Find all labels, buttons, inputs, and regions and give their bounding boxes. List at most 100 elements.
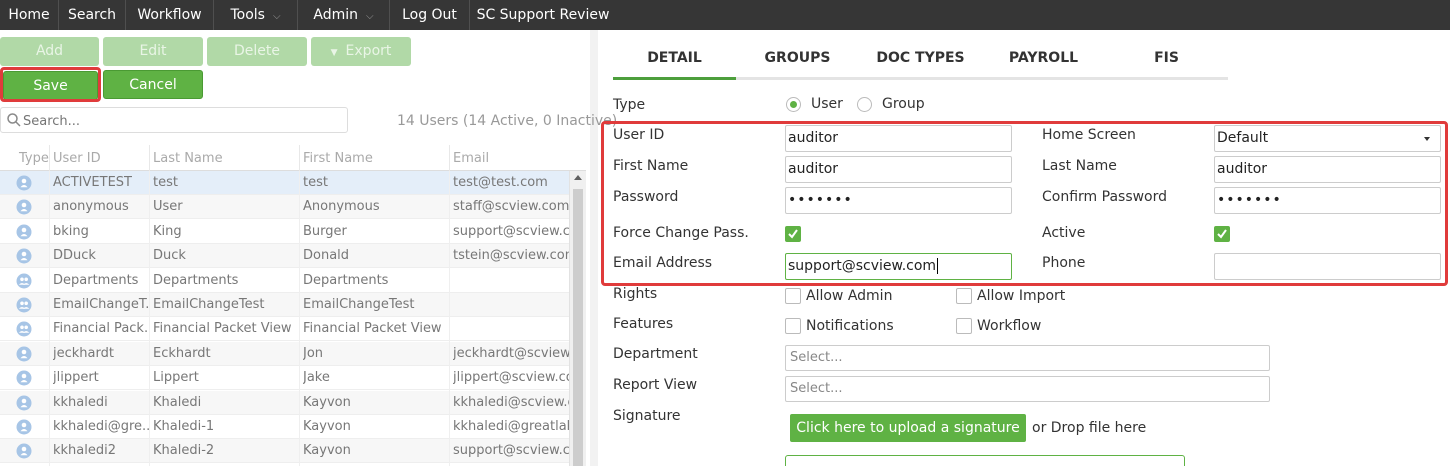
tab-fis[interactable]: FIS (1105, 40, 1228, 80)
notifications-label[interactable]: Notifications (806, 318, 894, 334)
cell-email: jlippert@scview.cor (453, 370, 569, 386)
cell-email: support@scview.com (453, 443, 569, 459)
type-group-label[interactable]: Group (882, 96, 925, 112)
cell-first-name: Kayvon (303, 419, 351, 434)
table-row[interactable]: jeckhardt Eckhardt Jon jeckhardt@scview.c (0, 341, 569, 366)
tab-groups[interactable]: GROUPS (736, 40, 859, 80)
tab-payroll[interactable]: PAYROLL (982, 40, 1105, 80)
rights-label: Rights (613, 286, 658, 302)
nav-logout[interactable]: Log Out (390, 0, 470, 30)
table-row[interactable]: ACTIVETEST test test test@test.com (0, 171, 569, 195)
upload-signature-button[interactable]: Click here to upload a signature file (790, 414, 1026, 464)
table-row[interactable]: Financial Pack... Financial Packet View Fi… (0, 317, 569, 342)
nav-sc-support-review[interactable]: SC Support Review (470, 0, 616, 30)
confirm-password-field[interactable]: ••••••• (1214, 187, 1441, 214)
column-divider[interactable] (49, 145, 50, 171)
table-row[interactable]: bking King Burger support@scview.co (0, 220, 569, 244)
table-row[interactable]: kkhaledi Khaledi Kayvon kkhaledi@scview.co (0, 390, 569, 415)
column-header-type[interactable]: Type (19, 151, 49, 166)
type-user-label[interactable]: User (811, 96, 843, 112)
delete-button[interactable]: Delete (207, 37, 307, 66)
home-screen-select[interactable]: Default (1214, 125, 1441, 152)
add-button[interactable]: Add (0, 37, 99, 66)
allow-import-label[interactable]: Allow Import (977, 288, 1065, 304)
user-icon (16, 419, 32, 435)
tab-doc-types[interactable]: DOC TYPES (859, 40, 982, 80)
search-icon (7, 113, 21, 127)
nav-workflow[interactable]: Workflow (126, 0, 214, 30)
signature-drop-zone[interactable] (785, 455, 1185, 466)
panel-divider[interactable] (590, 30, 598, 466)
column-divider[interactable] (149, 145, 150, 171)
tab-fis-label: FIS (1154, 50, 1179, 66)
type-label: Type (613, 97, 646, 113)
report-view-select[interactable]: Select... (785, 376, 1270, 402)
table-row[interactable]: anonymous User Anonymous staff@scview.com (0, 195, 569, 220)
force-change-checkbox[interactable] (785, 226, 801, 242)
nav-sc-support-review-label: SC Support Review (476, 7, 610, 23)
first-name-field[interactable]: auditor (785, 156, 1012, 183)
text-cursor (937, 258, 939, 274)
cell-last-name: Departments (153, 272, 239, 288)
password-field[interactable]: ••••••• (785, 187, 1012, 214)
table-row[interactable]: DDuck Duck Donald tstein@scview.com (0, 244, 569, 269)
export-button[interactable]: ▼ Export (311, 37, 411, 66)
table-row[interactable]: kkhaledi2 Khaledi-2 Kayvon support@scview.c… (0, 439, 569, 464)
user-id-label: User ID (613, 127, 665, 143)
nav-search[interactable]: Search (59, 0, 126, 30)
table-row[interactable]: jlippert Lippert Jake jlippert@scview.cor (0, 366, 569, 391)
tab-detail[interactable]: DETAIL (613, 40, 736, 80)
drop-file-text: or Drop file here (1032, 420, 1147, 436)
cell-user-id: kkhaledi (53, 394, 108, 410)
delete-button-label: Delete (234, 43, 280, 59)
cell-last-name: Eckhardt (153, 345, 211, 361)
scrollbar-thumb[interactable] (573, 189, 583, 466)
user-icon (16, 199, 32, 215)
department-select[interactable]: Select... (785, 345, 1270, 371)
last-name-field[interactable]: auditor (1214, 156, 1441, 183)
user-id-field[interactable]: auditor (785, 125, 1012, 152)
phone-field[interactable] (1214, 253, 1441, 280)
cell-user-id: Departments (53, 272, 139, 288)
allow-import-checkbox[interactable] (956, 288, 972, 304)
edit-button[interactable]: Edit (103, 37, 203, 66)
type-user-radio[interactable] (786, 97, 801, 112)
table-row[interactable]: EmailChangeT... EmailChangeTest EmailChang… (0, 293, 569, 317)
nav-home[interactable]: Home (0, 0, 59, 30)
cancel-button[interactable]: Cancel (103, 70, 203, 99)
nav-admin[interactable]: Admin ⌵ (298, 0, 390, 30)
email-address-field[interactable]: support@scview.com (785, 253, 1012, 280)
active-checkbox[interactable] (1214, 226, 1230, 242)
cancel-button-label: Cancel (129, 77, 177, 93)
column-header-first-name[interactable]: First Name (303, 151, 373, 166)
caret-down-icon: ▼ (330, 48, 338, 58)
allow-admin-checkbox[interactable] (785, 288, 801, 304)
table-row[interactable]: Departments Departments Departments (0, 269, 569, 293)
user-icon (16, 346, 32, 362)
column-header-email[interactable]: Email (453, 151, 489, 166)
dropdown-arrow-icon (1424, 137, 1430, 141)
allow-admin-label[interactable]: Allow Admin (806, 288, 892, 304)
table-row[interactable]: kkhaledi@gre... Khaledi-1 Kayvon kkhaledi@g… (0, 415, 569, 439)
nav-logout-label: Log Out (402, 7, 457, 23)
notifications-checkbox[interactable] (785, 318, 801, 334)
cell-email: jeckhardt@scview.c (453, 345, 569, 361)
cell-first-name: Jake (303, 370, 330, 386)
column-header-last-name[interactable]: Last Name (153, 151, 223, 166)
scroll-up-arrow-icon[interactable] (574, 175, 582, 180)
nav-tools[interactable]: Tools ⌵ (214, 0, 298, 30)
type-group-radio[interactable] (857, 97, 872, 112)
column-header-user-id[interactable]: User ID (53, 151, 101, 166)
cell-email: support@scview.co (453, 223, 569, 239)
column-divider[interactable] (299, 145, 300, 171)
workflow-label[interactable]: Workflow (977, 318, 1041, 334)
chevron-down-icon: ⌵ (366, 11, 374, 22)
workflow-checkbox[interactable] (956, 318, 972, 334)
home-screen-value: Default (1217, 130, 1269, 146)
table-scrollbar[interactable] (569, 171, 586, 466)
cell-user-id: EmailChangeT... (53, 297, 149, 312)
edit-button-label: Edit (139, 43, 167, 59)
column-divider[interactable] (449, 145, 450, 171)
cell-first-name: Anonymous (303, 199, 380, 215)
search-input[interactable] (23, 111, 343, 131)
